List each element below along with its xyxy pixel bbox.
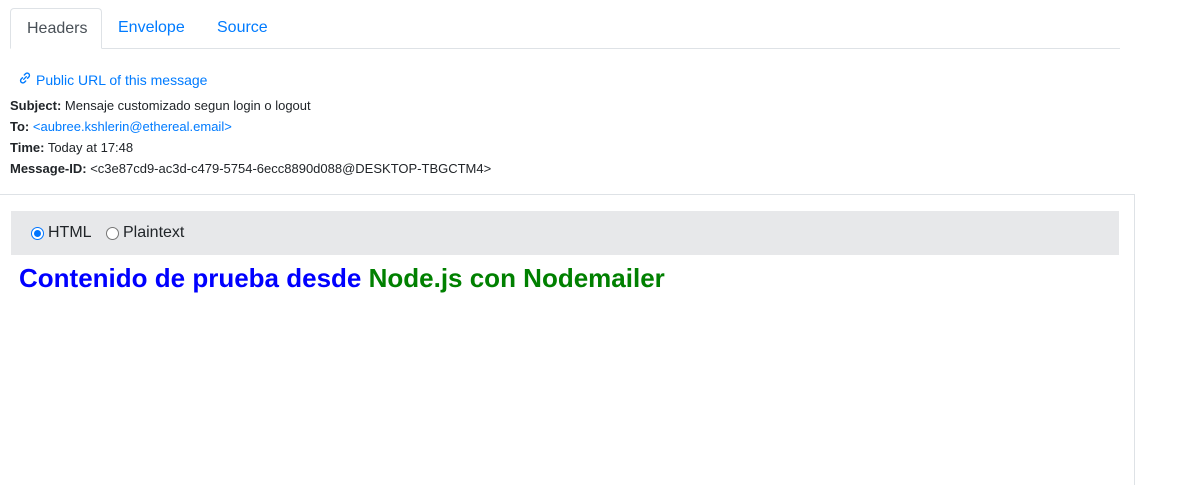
content-border (1134, 194, 1135, 485)
plaintext-radio[interactable] (106, 226, 119, 240)
format-plaintext-option[interactable]: Plaintext (106, 211, 184, 255)
tab-envelope[interactable]: Envelope (102, 8, 206, 48)
message-text-green: Node.js con Nodemailer (368, 263, 665, 293)
format-html-option[interactable]: HTML (31, 211, 92, 255)
section-divider (0, 194, 1134, 195)
message-tabs: Headers Envelope Source (10, 8, 1120, 49)
format-toolbar: HTML Plaintext (11, 211, 1119, 255)
tab-headers[interactable]: Headers (10, 8, 102, 49)
time-value: Today at 17:48 (47, 140, 134, 155)
html-radio[interactable] (31, 226, 44, 240)
link-icon (18, 71, 32, 88)
plaintext-radio-label: Plaintext (123, 224, 185, 241)
header-subject: Subject: Mensaje customizado segun login… (10, 97, 311, 115)
subject-label: Subject: (10, 98, 62, 113)
header-time: Time: Today at 17:48 (10, 139, 133, 157)
tab-source[interactable]: Source (201, 8, 291, 48)
message-id-value: <c3e87cd9-ac3d-c479-5754-6ecc8890d088@DE… (90, 161, 492, 176)
time-label: Time: (10, 140, 45, 155)
message-body: Contenido de prueba desde Node.js con No… (19, 262, 665, 294)
to-address-link[interactable]: <aubree.kshlerin@ethereal.email> (33, 119, 232, 134)
public-url-link[interactable]: Public URL of this message (18, 71, 207, 88)
message-id-label: Message-ID: (10, 161, 87, 176)
to-label: To: (10, 119, 30, 134)
html-radio-label: HTML (48, 224, 92, 241)
header-message-id: Message-ID: <c3e87cd9-ac3d-c479-5754-6ec… (10, 160, 491, 178)
message-text-blue: Contenido de prueba desde (19, 263, 369, 293)
header-to: To: <aubree.kshlerin@ethereal.email> (10, 118, 232, 136)
subject-value: Mensaje customizado segun login o logout (64, 98, 311, 113)
public-url-label: Public URL of this message (36, 71, 208, 88)
